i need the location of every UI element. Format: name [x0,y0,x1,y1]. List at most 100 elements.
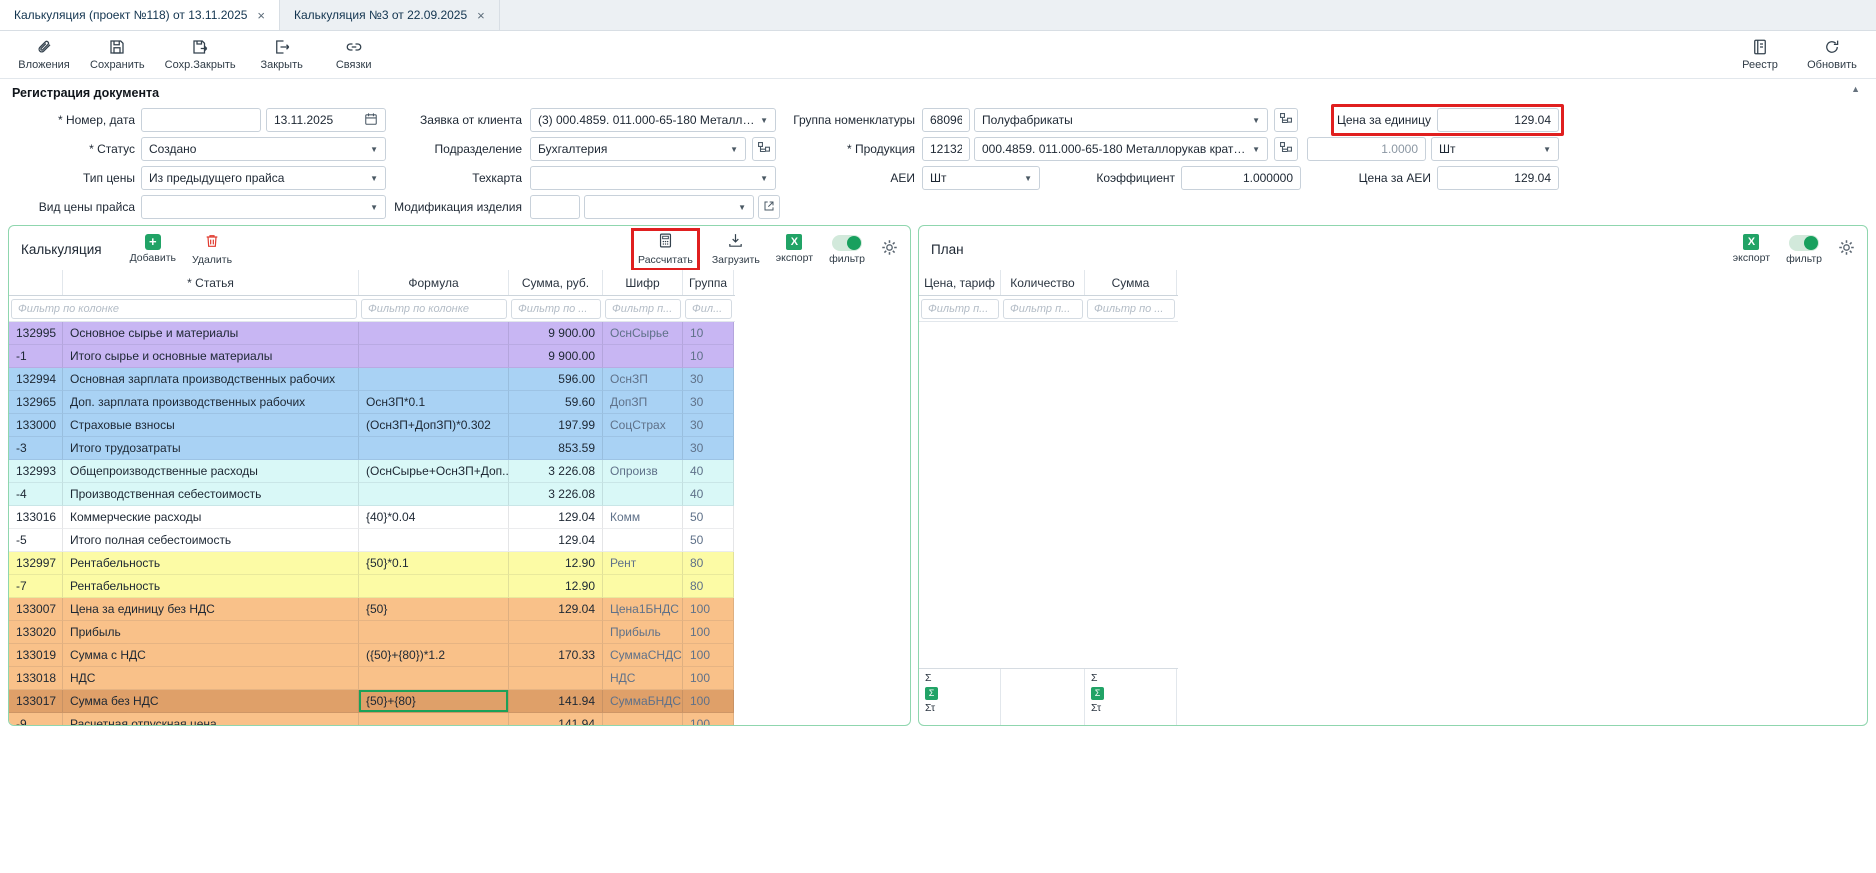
save-close-button[interactable]: Сохр.Закрыть [165,38,236,71]
price-list-kind-select[interactable]: ▼ [141,195,386,219]
cell-code[interactable]: Опроизв [603,460,683,483]
unit-price-input[interactable] [1437,108,1559,132]
cell-sum[interactable]: 3 226.08 [509,483,603,506]
table-row[interactable]: 133000 Страховые взносы (ОснЗП+ДопЗП)*0.… [9,414,735,437]
cell-id[interactable]: 132995 [9,322,63,345]
department-select[interactable]: Бухгалтерия ▼ [530,137,746,161]
client-request-select[interactable]: (3) 000.4859. 011.000-65-180 Металлорука… [530,108,776,132]
cell-formula[interactable] [359,575,509,598]
column-header-id[interactable] [9,270,63,295]
cell-group[interactable]: 40 [683,460,734,483]
cell-group[interactable]: 80 [683,575,734,598]
cell-code[interactable] [603,713,683,725]
aei-price-input[interactable] [1437,166,1559,190]
save-button[interactable]: Сохранить [90,38,145,71]
column-header-sum[interactable]: Сумма [1085,270,1177,295]
table-row[interactable]: 133018 НДС НДС 100 [9,667,735,690]
cell-formula[interactable] [359,368,509,391]
cell-formula[interactable]: {50}*0.1 [359,552,509,575]
cell-article[interactable]: Расчетная отпускная цена [63,713,359,725]
table-row[interactable]: 133007 Цена за единицу без НДС {50} 129.… [9,598,735,621]
filter-input-formula[interactable] [361,299,507,319]
cell-code[interactable] [603,529,683,552]
production-tree-button[interactable] [1274,137,1298,161]
table-row[interactable]: 133019 Сумма с НДС ({50}+{80})*1.2 170.3… [9,644,735,667]
cell-formula[interactable] [359,713,509,725]
cell-sum[interactable]: 9 900.00 [509,345,603,368]
load-button[interactable]: Загрузить [712,232,760,266]
attachments-button[interactable]: Вложения [18,38,70,71]
cell-formula[interactable] [359,667,509,690]
number-input[interactable] [141,108,261,132]
links-button[interactable]: Связки [328,38,380,71]
calculate-button[interactable]: Рассчитать [638,232,693,266]
cell-id[interactable]: -9 [9,713,63,725]
cell-group[interactable]: 100 [683,621,734,644]
cell-id[interactable]: 132997 [9,552,63,575]
cell-article[interactable]: Цена за единицу без НДС [63,598,359,621]
cell-article[interactable]: Рентабельность [63,575,359,598]
nomenclature-group-tree-button[interactable] [1274,108,1298,132]
export-excel-button[interactable]: X экспорт [1733,234,1770,264]
cell-id[interactable]: 133020 [9,621,63,644]
cell-article[interactable]: Производственная себестоимость [63,483,359,506]
cell-id[interactable]: 133019 [9,644,63,667]
cell-group[interactable]: 100 [683,667,734,690]
cell-formula[interactable] [359,345,509,368]
refresh-button[interactable]: Обновить [1806,38,1858,71]
cell-id[interactable]: 133018 [9,667,63,690]
cell-id[interactable]: -1 [9,345,63,368]
footer-aggregate-price[interactable]: Σ Σ Στ [919,669,1001,725]
cell-formula[interactable] [359,621,509,644]
collapse-section-icon[interactable]: ▲ [1851,84,1860,94]
cell-formula[interactable] [359,437,509,460]
cell-code[interactable] [603,345,683,368]
cell-article[interactable]: Итого полная себестоимость [63,529,359,552]
modification-select[interactable]: ▼ [584,195,754,219]
cell-group[interactable]: 10 [683,345,734,368]
cell-article[interactable]: Страховые взносы [63,414,359,437]
cell-code[interactable]: СуммаСНДС [603,644,683,667]
cell-formula[interactable]: (ОснСырье+ОснЗП+Доп... [359,460,509,483]
cell-article[interactable]: НДС [63,667,359,690]
price-type-select[interactable]: Из предыдущего прайса ▼ [141,166,386,190]
cell-group[interactable]: 40 [683,483,734,506]
cell-group[interactable]: 10 [683,322,734,345]
table-row[interactable]: 133016 Коммерческие расходы {40}*0.04 12… [9,506,735,529]
cell-id[interactable]: 132965 [9,391,63,414]
table-row[interactable]: 132993 Общепроизводственные расходы (Осн… [9,460,735,483]
date-field[interactable]: 13.11.2025 [266,108,386,132]
table-row[interactable]: 132965 Доп. зарплата производственных ра… [9,391,735,414]
cell-code[interactable]: Рент [603,552,683,575]
cell-sum[interactable]: 129.04 [509,506,603,529]
cell-sum[interactable] [509,667,603,690]
column-header-sum[interactable]: Сумма, руб. [509,270,603,295]
cell-article[interactable]: Итого трудозатраты [63,437,359,460]
toggle-on-icon[interactable] [832,235,862,251]
cell-id[interactable]: 132994 [9,368,63,391]
cell-article[interactable]: Основное сырье и материалы [63,322,359,345]
techcard-select[interactable]: ▼ [530,166,776,190]
cell-formula[interactable]: (ОснЗП+ДопЗП)*0.302 [359,414,509,437]
cell-article[interactable]: Сумма без НДС [63,690,359,713]
cell-sum[interactable]: 129.04 [509,529,603,552]
cell-sum[interactable]: 12.90 [509,575,603,598]
cell-group[interactable]: 80 [683,552,734,575]
cell-code[interactable]: Цена1БНДС [603,598,683,621]
cell-code[interactable] [603,483,683,506]
cell-code[interactable]: НДС [603,667,683,690]
filter-toggle[interactable]: фильтр [829,234,865,265]
filter-input-quantity[interactable] [1003,299,1083,319]
cell-sum[interactable]: 12.90 [509,552,603,575]
cell-sum[interactable]: 141.94 [509,713,603,725]
cell-group[interactable]: 50 [683,506,734,529]
modification-code-input[interactable] [530,195,580,219]
nomenclature-group-select[interactable]: Полуфабрикаты ▼ [974,108,1268,132]
cell-sum[interactable]: 170.33 [509,644,603,667]
cell-article[interactable]: Доп. зарплата производственных рабочих [63,391,359,414]
cell-id[interactable]: 132993 [9,460,63,483]
cell-id[interactable]: -5 [9,529,63,552]
cell-article[interactable]: Основная зарплата производственных рабоч… [63,368,359,391]
column-header-group[interactable]: Группа [683,270,734,295]
cell-sum[interactable]: 596.00 [509,368,603,391]
